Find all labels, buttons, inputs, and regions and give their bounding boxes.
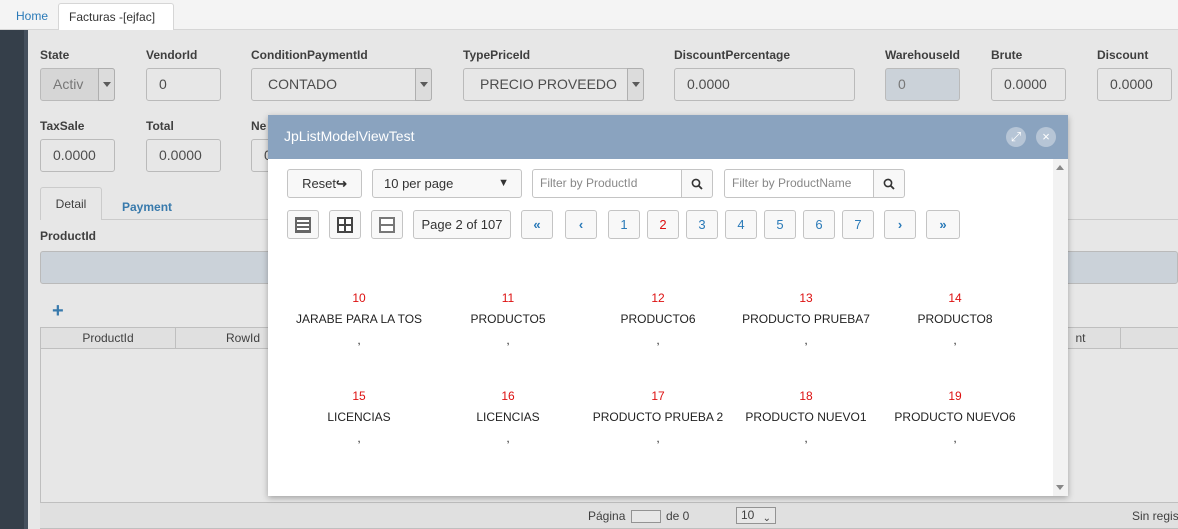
page-info: Page 2 of 107 xyxy=(413,210,511,239)
tab-facturas[interactable]: Facturas -[ejfac] × xyxy=(58,3,174,50)
last-page-button[interactable]: » xyxy=(926,210,960,239)
item-name: PRODUCTO5 xyxy=(470,312,546,326)
list-item[interactable]: 11 PRODUCTO5 , xyxy=(433,290,583,347)
product-modal: JpListModelViewTest ⤢ × Reset↪ 10 per pa… xyxy=(268,115,1068,496)
item-name: PRODUCTO NUEVO1 xyxy=(745,410,867,424)
reset-button[interactable]: Reset↪ xyxy=(287,169,362,198)
list-view-icon xyxy=(295,217,311,233)
per-page-value: 10 per page xyxy=(384,176,454,191)
item-extra: , xyxy=(506,333,510,347)
item-id: 14 xyxy=(948,291,962,305)
search-icon xyxy=(883,178,895,190)
item-id: 15 xyxy=(352,389,366,403)
filter-productid-input[interactable]: Filter by ProductId xyxy=(532,169,682,198)
list-item[interactable]: 17 PRODUCTO PRUEBA 2 , xyxy=(583,388,733,445)
item-name: PRODUCTO NUEVO6 xyxy=(894,410,1016,424)
item-extra: , xyxy=(953,333,957,347)
item-name: PRODUCTO8 xyxy=(917,312,993,326)
item-extra: , xyxy=(656,431,660,445)
page-button-2[interactable]: 2 xyxy=(647,210,679,239)
item-extra: , xyxy=(656,333,660,347)
item-id: 12 xyxy=(651,291,665,305)
list-item[interactable]: 15 LICENCIAS , xyxy=(284,388,434,445)
thumbnail-view-button[interactable] xyxy=(371,210,403,239)
grid-view-button[interactable] xyxy=(329,210,361,239)
search-icon xyxy=(691,178,703,190)
close-icon[interactable]: × xyxy=(1036,127,1056,147)
modal-scrollbar[interactable] xyxy=(1053,159,1068,496)
per-page-select[interactable]: 10 per page ▼ xyxy=(372,169,522,198)
first-page-button[interactable]: « xyxy=(521,210,553,239)
page-button-1[interactable]: 1 xyxy=(608,210,640,239)
tab-bar: Home Facturas -[ejfac] × xyxy=(0,0,1178,50)
modal-title: JpListModelViewTest xyxy=(284,128,415,144)
item-extra: , xyxy=(357,333,361,347)
search-productid-button[interactable] xyxy=(681,169,713,198)
search-productname-button[interactable] xyxy=(873,169,905,198)
item-id: 11 xyxy=(501,291,515,305)
item-extra: , xyxy=(506,431,510,445)
item-extra: , xyxy=(357,431,361,445)
scroll-up-icon[interactable] xyxy=(1056,165,1064,170)
modal-header: JpListModelViewTest ⤢ × xyxy=(268,115,1068,159)
item-name: PRODUCTO6 xyxy=(620,312,696,326)
prev-page-button[interactable]: ‹ xyxy=(565,210,597,239)
reset-label: Reset xyxy=(302,176,337,191)
filter-productname-input[interactable]: Filter by ProductName xyxy=(724,169,874,198)
item-name: LICENCIAS xyxy=(327,410,391,424)
tab-home[interactable]: Home xyxy=(6,4,58,30)
item-id: 10 xyxy=(352,291,366,305)
caret-down-icon: ▼ xyxy=(498,177,509,189)
item-id: 13 xyxy=(799,291,813,305)
thumbnail-view-icon xyxy=(379,217,395,233)
item-name: JARABE PARA LA TOS xyxy=(295,312,423,326)
tab-facturas-label: Facturas -[ejfac] xyxy=(69,10,156,24)
list-item[interactable]: 18 PRODUCTO NUEVO1 , xyxy=(731,388,881,445)
list-view-button[interactable] xyxy=(287,210,319,239)
item-extra: , xyxy=(804,431,808,445)
list-item[interactable]: 13 PRODUCTO PRUEBA7 , xyxy=(731,290,881,347)
item-id: 17 xyxy=(651,389,665,403)
scroll-down-icon[interactable] xyxy=(1056,485,1064,490)
item-extra: , xyxy=(804,333,808,347)
grid-view-icon xyxy=(337,217,353,233)
page-button-6[interactable]: 6 xyxy=(803,210,835,239)
list-item[interactable]: 12 PRODUCTO6 , xyxy=(583,290,733,347)
item-extra: , xyxy=(953,431,957,445)
item-name: LICENCIAS xyxy=(476,410,540,424)
share-icon: ↪ xyxy=(336,176,347,191)
item-id: 19 xyxy=(948,389,962,403)
list-item[interactable]: 19 PRODUCTO NUEVO6 , xyxy=(880,388,1030,445)
item-id: 18 xyxy=(799,389,813,403)
item-id: 16 xyxy=(501,389,515,403)
page-button-7[interactable]: 7 xyxy=(842,210,874,239)
page-button-5[interactable]: 5 xyxy=(764,210,796,239)
maximize-icon[interactable]: ⤢ xyxy=(1006,127,1026,147)
list-item[interactable]: 16 LICENCIAS , xyxy=(433,388,583,445)
item-name: PRODUCTO PRUEBA7 xyxy=(742,312,870,326)
page-button-3[interactable]: 3 xyxy=(686,210,718,239)
page-button-4[interactable]: 4 xyxy=(725,210,757,239)
next-page-button[interactable]: › xyxy=(884,210,916,239)
item-name: PRODUCTO PRUEBA 2 xyxy=(592,410,724,424)
list-item[interactable]: 10 JARABE PARA LA TOS , xyxy=(284,290,434,347)
list-item[interactable]: 14 PRODUCTO8 , xyxy=(880,290,1030,347)
